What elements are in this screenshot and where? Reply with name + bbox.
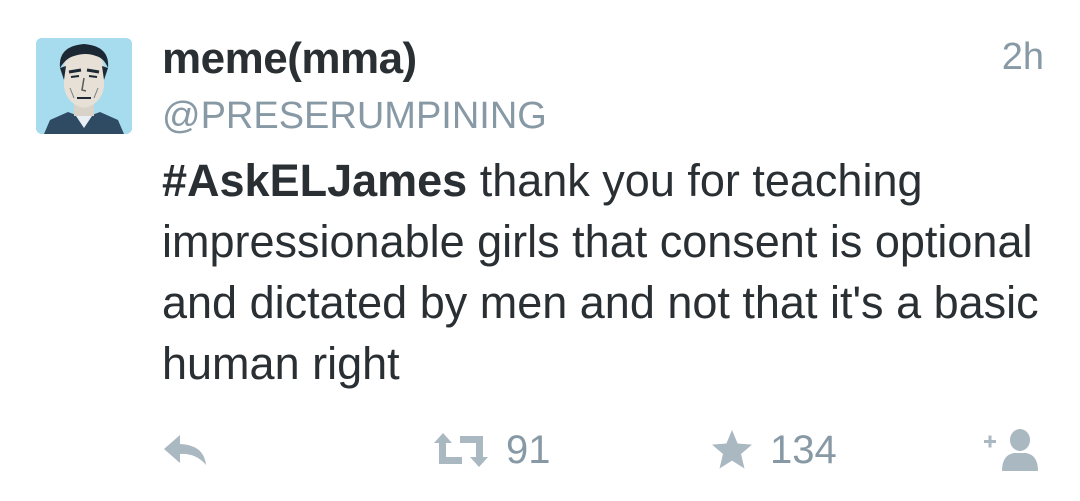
retweet-icon <box>434 433 488 467</box>
avatar[interactable] <box>36 38 132 134</box>
follow-button[interactable] <box>982 420 1044 480</box>
retweet-button[interactable]: 91 <box>432 420 551 480</box>
favorite-count: 134 <box>770 427 837 472</box>
tweet-card[interactable]: meme(mma) @PRESERUMPINING 2h #AskELJames… <box>0 0 1080 501</box>
user-handle[interactable]: @PRESERUMPINING <box>162 95 547 138</box>
hashtag-link[interactable]: #AskELJames <box>162 155 467 206</box>
reply-button[interactable] <box>162 420 208 480</box>
retweet-count: 91 <box>506 427 551 472</box>
timestamp: 2h <box>1001 36 1044 78</box>
display-name[interactable]: meme(mma) <box>162 34 417 84</box>
follow-user-icon <box>984 429 1038 471</box>
avatar-illustration-icon <box>36 38 132 134</box>
star-icon <box>712 430 752 469</box>
reply-arrow-icon <box>164 435 206 465</box>
favorite-button[interactable]: 134 <box>710 420 837 480</box>
action-bar: 91 134 <box>0 420 1080 480</box>
tweet-text: #AskELJames thank you for teaching impre… <box>162 150 1042 394</box>
